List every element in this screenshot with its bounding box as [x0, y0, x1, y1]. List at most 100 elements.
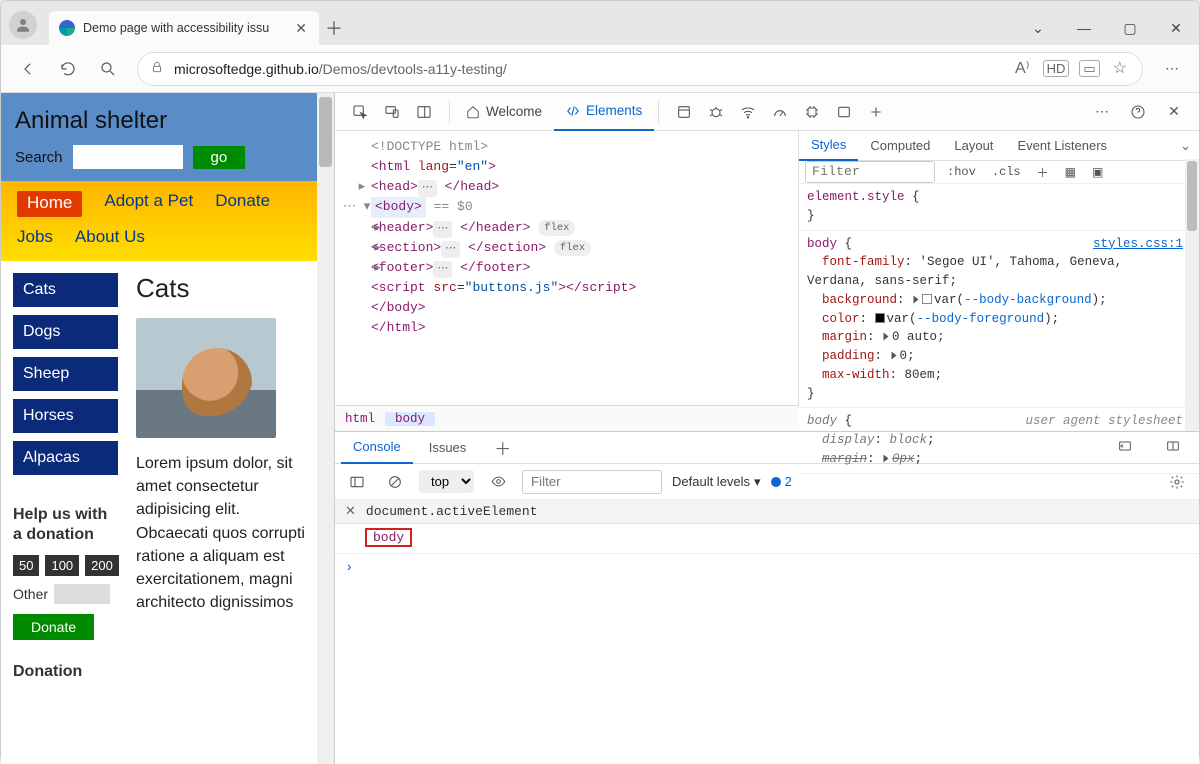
category-cats[interactable]: Cats [13, 273, 118, 307]
donation-section-heading: Donation [13, 662, 118, 682]
console-prompt[interactable]: › [335, 554, 1199, 582]
live-expression-text: document.activeElement [366, 504, 538, 519]
browser-toolbar: microsoftedge.github.io/Demos/devtools-a… [1, 45, 1199, 93]
styles-tab-styles[interactable]: Styles [799, 131, 858, 161]
wifi-icon[interactable] [733, 97, 763, 127]
rule-element-style[interactable]: element.style { } [799, 184, 1199, 231]
nav-about[interactable]: About Us [75, 227, 145, 247]
remove-expr-icon[interactable]: ✕ [345, 504, 356, 519]
clear-console-icon[interactable] [381, 470, 409, 494]
search-icon[interactable] [91, 52, 125, 86]
window-maximize-button[interactable]: ▢ [1107, 11, 1153, 45]
drawer-tab-issues[interactable]: Issues [417, 440, 479, 455]
pin-icon[interactable]: ▣ [1088, 163, 1107, 182]
chevron-down-icon[interactable]: ⌄ [1015, 11, 1061, 45]
new-tab-button[interactable]: ＋ [319, 15, 349, 45]
dom-breadcrumb: html body [335, 405, 799, 431]
bug-icon[interactable] [701, 97, 731, 127]
styles-scrollbar[interactable] [1185, 159, 1199, 431]
amount-200[interactable]: 200 [85, 555, 119, 576]
hd-badge-icon[interactable]: HD [1043, 60, 1070, 77]
inspect-element-icon[interactable] [345, 97, 375, 127]
browser-tab[interactable]: Demo page with accessibility issu ✕ [49, 11, 319, 45]
window-minimize-button[interactable]: — [1061, 11, 1107, 45]
issues-badge[interactable]: 2 [771, 474, 792, 489]
performance-icon[interactable] [765, 97, 795, 127]
styles-more-icon[interactable]: ⌄ [1172, 138, 1199, 154]
tab-close-icon[interactable]: ✕ [293, 18, 309, 39]
device-emulation-icon[interactable] [377, 97, 407, 127]
nav-jobs[interactable]: Jobs [17, 227, 53, 247]
edge-favicon-icon [59, 20, 75, 36]
console-filter-input[interactable] [522, 470, 662, 494]
window-titlebar: Demo page with accessibility issu ✕ ＋ ⌄ … [1, 1, 1199, 45]
layout-flex-icon[interactable]: ▦ [1061, 163, 1080, 182]
rule-body-ua[interactable]: user agent stylesheet body { display: bl… [799, 408, 1199, 473]
styles-pane: Styles Computed Layout Event Listeners ⌄… [799, 131, 1199, 431]
profile-avatar[interactable] [9, 11, 37, 39]
address-bar[interactable]: microsoftedge.github.io/Demos/devtools-a… [137, 52, 1143, 86]
context-select[interactable]: top [419, 470, 474, 493]
refresh-button[interactable] [51, 52, 85, 86]
rule-body[interactable]: styles.css:1 body { font-family: 'Segoe … [799, 231, 1199, 409]
category-horses[interactable]: Horses [13, 399, 118, 433]
other-amount-input[interactable] [54, 584, 110, 604]
nav-home[interactable]: Home [17, 191, 82, 217]
stylesheet-link[interactable]: styles.css:1 [1093, 235, 1183, 254]
nav-adopt[interactable]: Adopt a Pet [104, 191, 193, 217]
devtools-more-icon[interactable]: ⋯ [1087, 97, 1117, 127]
cls-button[interactable]: .cls [988, 163, 1025, 181]
live-expression-result[interactable]: body [335, 524, 1199, 554]
live-expr-icon[interactable] [484, 470, 512, 494]
category-sidebar: Cats Dogs Sheep Horses Alpacas Help us w… [13, 273, 118, 692]
app-icon[interactable] [669, 97, 699, 127]
drawer-add-tab-icon[interactable]: ＋ [482, 435, 523, 460]
devtools-close-icon[interactable]: ✕ [1159, 97, 1189, 127]
reader-icon[interactable]: ▭ [1079, 60, 1099, 77]
crumb-body[interactable]: body [385, 412, 435, 426]
category-sheep[interactable]: Sheep [13, 357, 118, 391]
back-button[interactable] [11, 52, 45, 86]
styles-filter-input[interactable] [805, 161, 935, 183]
tab-welcome[interactable]: Welcome [454, 93, 554, 131]
nav-donate[interactable]: Donate [215, 191, 270, 217]
console-drawer: Console Issues ＋ top Default levels ▾ 2 [335, 431, 1199, 764]
search-input[interactable] [73, 145, 183, 169]
donate-button[interactable]: Donate [13, 614, 94, 640]
page-viewport: Animal shelter Search go Home Adopt a Pe… [1, 93, 317, 764]
read-aloud-icon[interactable]: A⁾ [1012, 61, 1033, 76]
search-go-button[interactable]: go [193, 146, 246, 169]
hov-button[interactable]: :hov [943, 163, 980, 181]
styles-tab-events[interactable]: Event Listeners [1005, 138, 1119, 153]
dom-tree[interactable]: <!DOCTYPE html> <html lang="en"> ▸<head>… [335, 131, 799, 405]
window-close-button[interactable]: ✕ [1153, 11, 1199, 45]
live-expression-row[interactable]: ✕ document.activeElement [335, 500, 1199, 524]
log-levels-select[interactable]: Default levels ▾ [672, 474, 761, 490]
amount-100[interactable]: 100 [45, 555, 79, 576]
new-rule-icon[interactable]: ＋ [1033, 162, 1053, 183]
memory-icon[interactable] [797, 97, 827, 127]
article-body: Lorem ipsum dolor, sit amet consectetur … [136, 452, 305, 614]
result-body: body [365, 528, 412, 547]
styles-tab-layout[interactable]: Layout [942, 138, 1005, 153]
category-alpacas[interactable]: Alpacas [13, 441, 118, 475]
drawer-tab-console[interactable]: Console [341, 432, 413, 464]
page-scrollbar[interactable] [317, 93, 334, 764]
amount-50[interactable]: 50 [13, 555, 39, 576]
console-sidebar-icon[interactable] [343, 470, 371, 494]
primary-nav: Home Adopt a Pet Donate Jobs About Us [1, 181, 317, 261]
tab-elements[interactable]: Elements [554, 93, 654, 131]
add-panel-icon[interactable] [861, 97, 891, 127]
lock-icon [150, 60, 164, 77]
category-dogs[interactable]: Dogs [13, 315, 118, 349]
article-title: Cats [136, 273, 305, 304]
dock-side-icon[interactable] [409, 97, 439, 127]
styles-tab-computed[interactable]: Computed [858, 138, 942, 153]
crumb-html[interactable]: html [335, 412, 385, 426]
more-menu-button[interactable]: ⋯ [1155, 52, 1189, 86]
help-icon[interactable] [1123, 97, 1153, 127]
other-label: Other [13, 586, 48, 602]
application-icon[interactable] [829, 97, 859, 127]
site-header: Animal shelter Search go [1, 93, 317, 181]
favorite-icon[interactable]: ☆ [1110, 61, 1130, 76]
